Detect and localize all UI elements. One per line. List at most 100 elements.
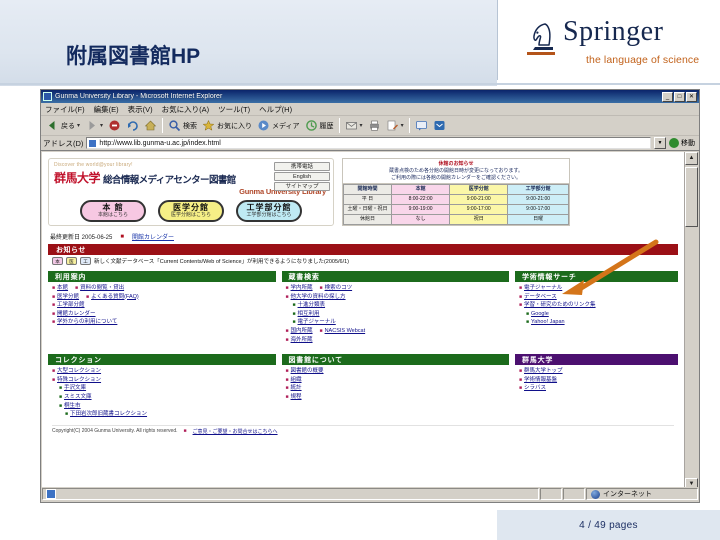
opening-calendar-link[interactable]: 開館カレンダー [132,232,174,241]
list-item[interactable]: ■ 相互利用 [286,310,510,319]
branch-button-medical[interactable]: 医学分館 医学分館はこちら [158,200,224,222]
branch-button-main[interactable]: 本 館 本館はこちら [80,200,146,222]
link-catalog-ill[interactable]: 相互利用 [298,310,320,319]
link-catalog-other-univ[interactable]: 他大学の資料の探し方 [291,293,346,302]
list-item[interactable]: ■ 本館 ■ 資料の閲覧・貸出 [52,284,276,293]
logo-side-buttons[interactable]: 携帯電話 English サイトマップ [274,162,330,191]
mail-dropdown-caret-icon[interactable]: ▾ [360,122,363,129]
list-item[interactable]: ■ 海外所蔵 [286,336,510,345]
browser-toolbar[interactable]: 戻る ▾ ▾ 検索 お気に入り メディア 履歴 ▾ ▾ [41,116,699,136]
list-item[interactable]: ■ 十進分類表 [286,301,510,310]
link-gunma-syllabus[interactable]: シラバス [524,384,546,393]
toolbar-media-button[interactable]: メディア [255,118,302,133]
list-item[interactable]: ■ 開館カレンダー [52,310,276,319]
list-item[interactable]: ■ 学習・研究のためのリンク集 [519,301,678,310]
contact-link[interactable]: ご意見・ご要望・お問合せはこちらへ [193,428,278,435]
list-item[interactable]: ■ 組織 [286,376,510,385]
scrollbar-thumb[interactable] [685,167,698,227]
list-item[interactable]: ■ シラバス [519,384,678,393]
address-input[interactable]: http://www.lib.gunma-u.ac.jp/index.html [86,137,651,149]
menu-file[interactable]: ファイル(F) [45,104,85,115]
list-item[interactable]: ■ 統計 [286,384,510,393]
mobile-phone-button[interactable]: 携帯電話 [274,162,330,171]
address-dropdown-button[interactable]: ▼ [654,137,666,149]
link-collection-smith[interactable]: スミス文庫 [64,393,92,402]
list-item[interactable]: ■ 図書館の概要 [286,367,510,376]
link-usage-main[interactable]: 本館 [57,284,68,293]
list-item[interactable]: ■ 工学部分館 [52,301,276,310]
toolbar-edit-button[interactable]: ▾ [384,118,406,133]
link-usage-faq[interactable]: よくある質問(FAQ) [91,293,139,302]
link-collection-kiryu[interactable]: 桐生市 [64,402,81,411]
link-gunma-infrastructure[interactable]: 学術情報基盤 [524,376,557,385]
toolbar-home-button[interactable] [142,118,159,133]
go-button[interactable]: 移動 [669,138,697,148]
branch-buttons[interactable]: 本 館 本館はこちら 医学分館 医学分館はこちら 工学部分館 工学部分館はこちら [54,200,328,222]
link-usage-medical[interactable]: 医学分館 [57,293,79,302]
list-item[interactable]: ■ スミス文庫 [52,393,276,402]
list-item[interactable]: ■ 医学分館 ■ よくある質問(FAQ) [52,293,276,302]
close-button[interactable]: ✕ [686,91,697,102]
list-item[interactable]: ■ 手沢文庫 [52,384,276,393]
link-usage-lending[interactable]: 資料の閲覧・貸出 [80,284,124,293]
toolbar-forward-button[interactable]: ▾ [83,118,105,133]
link-catalog-webcat[interactable]: NACSIS Webcat [325,327,366,336]
link-catalog-ndc[interactable]: 十進分類表 [298,301,326,310]
link-catalog-domestic[interactable]: 国内所蔵 [291,327,313,336]
toolbar-back-button[interactable]: 戻る ▾ [44,118,82,133]
link-academic-yahoo[interactable]: Yahoo! Japan [531,318,565,327]
list-item[interactable]: ■ 学内所蔵 ■ 検索のコツ [286,284,510,293]
link-catalog-tips[interactable]: 検索のコツ [325,284,353,293]
menu-view[interactable]: 表示(V) [128,104,153,115]
link-usage-engineering[interactable]: 工学部分館 [57,301,85,310]
link-catalog-campus[interactable]: 学内所蔵 [291,284,313,293]
scroll-up-button[interactable]: ▲ [685,152,698,165]
link-about-overview[interactable]: 図書館の概要 [291,367,324,376]
toolbar-discuss-button[interactable] [413,118,430,133]
browser-addressbar[interactable]: アドレス(D) http://www.lib.gunma-u.ac.jp/ind… [41,136,699,151]
sitemap-button[interactable]: サイトマップ [274,182,330,191]
list-item[interactable]: ■ 学外からの利用について [52,318,276,327]
link-academic-links[interactable]: 学習・研究のためのリンク集 [524,301,596,310]
menu-favorites[interactable]: お気に入り(A) [162,104,210,115]
link-academic-google[interactable]: Google [531,310,549,319]
window-controls[interactable]: _ □ ✕ [662,91,697,102]
menu-help[interactable]: ヘルプ(H) [259,104,292,115]
list-item[interactable]: ■ 他大学の資料の探し方 [286,293,510,302]
toolbar-messenger-button[interactable] [431,118,448,133]
menu-tools[interactable]: ツール(T) [218,104,250,115]
toolbar-stop-button[interactable] [106,118,123,133]
browser-menubar[interactable]: ファイル(F) 編集(E) 表示(V) お気に入り(A) ツール(T) ヘルプ(… [41,103,699,116]
toolbar-refresh-button[interactable] [124,118,141,133]
toolbar-history-button[interactable]: 履歴 [303,118,336,133]
list-item[interactable]: ■ 電子ジャーナル [286,318,510,327]
back-dropdown-caret-icon[interactable]: ▾ [77,122,80,129]
list-item[interactable]: ■ 大型コレクション [52,367,276,376]
forward-dropdown-caret-icon[interactable]: ▾ [100,122,103,129]
list-item[interactable]: ■ 規程 [286,393,510,402]
list-item[interactable]: ■ 国内所蔵 ■ NACSIS Webcat [286,327,510,336]
toolbar-favorites-button[interactable]: お気に入り [200,118,254,133]
link-collection-special[interactable]: 特殊コレクション [57,376,101,385]
toolbar-search-button[interactable]: 検索 [166,118,199,133]
link-collection-large[interactable]: 大型コレクション [57,367,101,376]
link-usage-external[interactable]: 学外からの利用について [57,318,117,327]
list-item[interactable]: ■ 特殊コレクション [52,376,276,385]
link-about-organization[interactable]: 組織 [291,376,302,385]
link-about-statistics[interactable]: 統計 [291,384,302,393]
minimize-button[interactable]: _ [662,91,673,102]
toolbar-print-button[interactable] [366,118,383,133]
english-button[interactable]: English [274,172,330,181]
list-item[interactable]: ■ 桐生市 [52,402,276,411]
link-catalog-ejournal[interactable]: 電子ジャーナル [298,318,336,327]
link-collection-shimoda[interactable]: 下田岩次郎旧蔵書コレクション [70,410,147,419]
link-collection-shutaku[interactable]: 手沢文庫 [64,384,86,393]
link-gunma-top[interactable]: 群馬大学トップ [524,367,563,376]
branch-button-engineering[interactable]: 工学部分館 工学部分館はこちら [236,200,302,222]
list-item[interactable]: ■ 群馬大学トップ [519,367,678,376]
link-catalog-overseas[interactable]: 海外所蔵 [291,336,313,345]
list-item[interactable]: ■ Yahoo! Japan [519,318,678,327]
link-usage-calendar[interactable]: 開館カレンダー [57,310,96,319]
list-item[interactable]: ■ 学術情報基盤 [519,376,678,385]
list-item[interactable]: ■ Google [519,310,678,319]
